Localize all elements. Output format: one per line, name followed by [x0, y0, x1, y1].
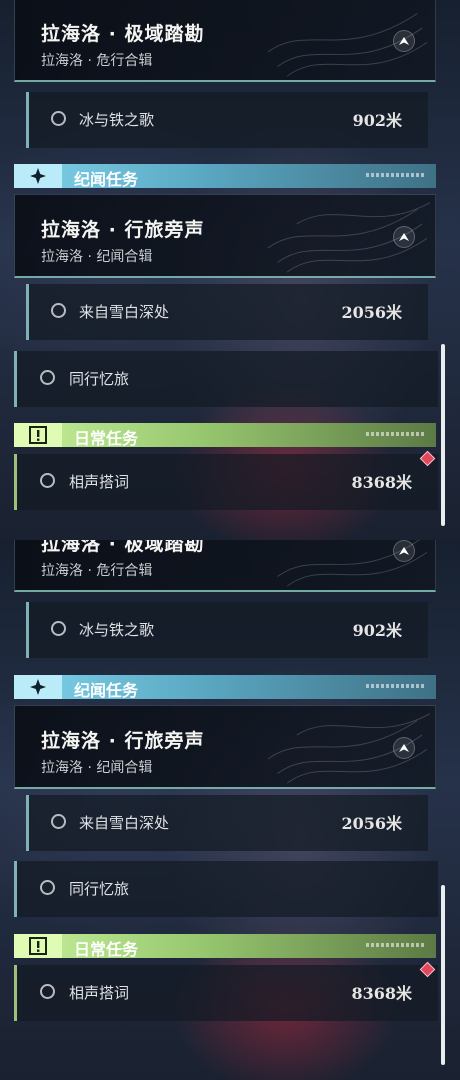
quest-panel-bottom: 拉海洛 · 极域踏勘 拉海洛 · 危行合辑 冰与铁之歌 902米 纪闻任务 拉海…	[0, 540, 460, 1080]
header-decoration	[366, 684, 426, 688]
exclamation-box-icon	[29, 937, 47, 955]
side-header-cap	[14, 675, 62, 699]
daily-quest-header: 日常任务	[14, 934, 436, 958]
sparkle-icon	[30, 168, 46, 184]
side-quest-item[interactable]: 同行忆旅	[14, 351, 438, 407]
side-quest-title: 拉海洛 · 行旅旁声	[41, 730, 205, 752]
side-quest-header: 纪闻任务	[14, 675, 436, 699]
side-quest-item-label: 同行忆旅	[69, 880, 130, 898]
scrollbar-thumb[interactable]	[441, 344, 445, 526]
daily-quest-item-distance: 8368米	[351, 984, 412, 1003]
daily-quest-header-label: 日常任务	[74, 940, 139, 958]
main-quest-title: 拉海洛 · 极域踏勘	[41, 540, 205, 555]
objective-distance: 2056米	[341, 303, 402, 322]
side-quest-card[interactable]: 拉海洛 · 行旅旁声 拉海洛 · 纪闻合辑	[14, 194, 436, 278]
objective-status-circle-icon	[51, 621, 66, 636]
objective-status-circle-icon	[51, 111, 66, 126]
objective-distance: 902米	[352, 111, 402, 130]
daily-quest-header-label: 日常任务	[74, 429, 139, 447]
objective-label: 来自雪白深处	[79, 303, 170, 321]
objective-label: 冰与铁之歌	[79, 621, 155, 639]
main-quest-card[interactable]: 拉海洛 · 极域踏勘 拉海洛 · 危行合辑	[14, 0, 436, 82]
objective-status-circle-icon	[40, 880, 55, 895]
side-header-cap	[14, 164, 62, 188]
daily-quest-item-label: 相声搭词	[69, 473, 130, 491]
side-quest-subtitle: 拉海洛 · 纪闻合辑	[41, 760, 153, 776]
side-quest-header: 纪闻任务	[14, 164, 436, 188]
navigate-arrow-icon[interactable]	[393, 737, 415, 759]
objective-label: 来自雪白深处	[79, 814, 170, 832]
objective-distance: 2056米	[341, 814, 402, 833]
header-decoration	[366, 943, 426, 947]
main-quest-subtitle: 拉海洛 · 危行合辑	[41, 53, 153, 69]
header-decoration	[366, 432, 426, 436]
scrollbar-thumb[interactable]	[441, 885, 445, 1065]
objective-status-circle-icon	[40, 473, 55, 488]
navigate-arrow-icon[interactable]	[393, 540, 415, 562]
side-quest-header-label: 纪闻任务	[74, 170, 139, 188]
sparkle-icon	[30, 679, 46, 695]
daily-header-cap	[14, 934, 62, 958]
main-quest-subtitle: 拉海洛 · 危行合辑	[41, 563, 153, 579]
objective-distance: 902米	[352, 621, 402, 640]
header-decoration	[366, 173, 426, 177]
exclamation-box-icon	[29, 426, 47, 444]
navigate-arrow-icon[interactable]	[393, 226, 415, 248]
side-quest-item[interactable]: 同行忆旅	[14, 861, 438, 917]
objective-status-circle-icon	[51, 303, 66, 318]
side-quest-subtitle: 拉海洛 · 纪闻合辑	[41, 249, 153, 265]
daily-quest-item[interactable]: 相声搭词 8368米	[14, 965, 438, 1021]
objective-label: 冰与铁之歌	[79, 111, 155, 129]
objective-row-main[interactable]: 冰与铁之歌 902米	[26, 602, 428, 658]
quest-panel-top: 拉海洛 · 极域踏勘 拉海洛 · 危行合辑 冰与铁之歌 902米 纪闻任务 拉海…	[0, 0, 460, 540]
side-quest-header-label: 纪闻任务	[74, 681, 139, 699]
objective-status-circle-icon	[51, 814, 66, 829]
objective-status-circle-icon	[40, 984, 55, 999]
navigate-arrow-icon[interactable]	[393, 30, 415, 52]
side-quest-item-label: 同行忆旅	[69, 370, 130, 388]
daily-quest-item[interactable]: 相声搭词 8368米	[14, 454, 438, 510]
objective-row-main[interactable]: 冰与铁之歌 902米	[26, 92, 428, 148]
main-quest-title: 拉海洛 · 极域踏勘	[41, 23, 205, 45]
objective-row-side[interactable]: 来自雪白深处 2056米	[26, 795, 428, 851]
side-quest-title: 拉海洛 · 行旅旁声	[41, 219, 205, 241]
side-quest-card[interactable]: 拉海洛 · 行旅旁声 拉海洛 · 纪闻合辑	[14, 705, 436, 789]
daily-header-cap	[14, 423, 62, 447]
daily-quest-item-distance: 8368米	[351, 473, 412, 492]
daily-quest-header: 日常任务	[14, 423, 436, 447]
objective-status-circle-icon	[40, 370, 55, 385]
objective-row-side[interactable]: 来自雪白深处 2056米	[26, 284, 428, 340]
main-quest-card[interactable]: 拉海洛 · 极域踏勘 拉海洛 · 危行合辑	[14, 540, 436, 592]
daily-quest-item-label: 相声搭词	[69, 984, 130, 1002]
